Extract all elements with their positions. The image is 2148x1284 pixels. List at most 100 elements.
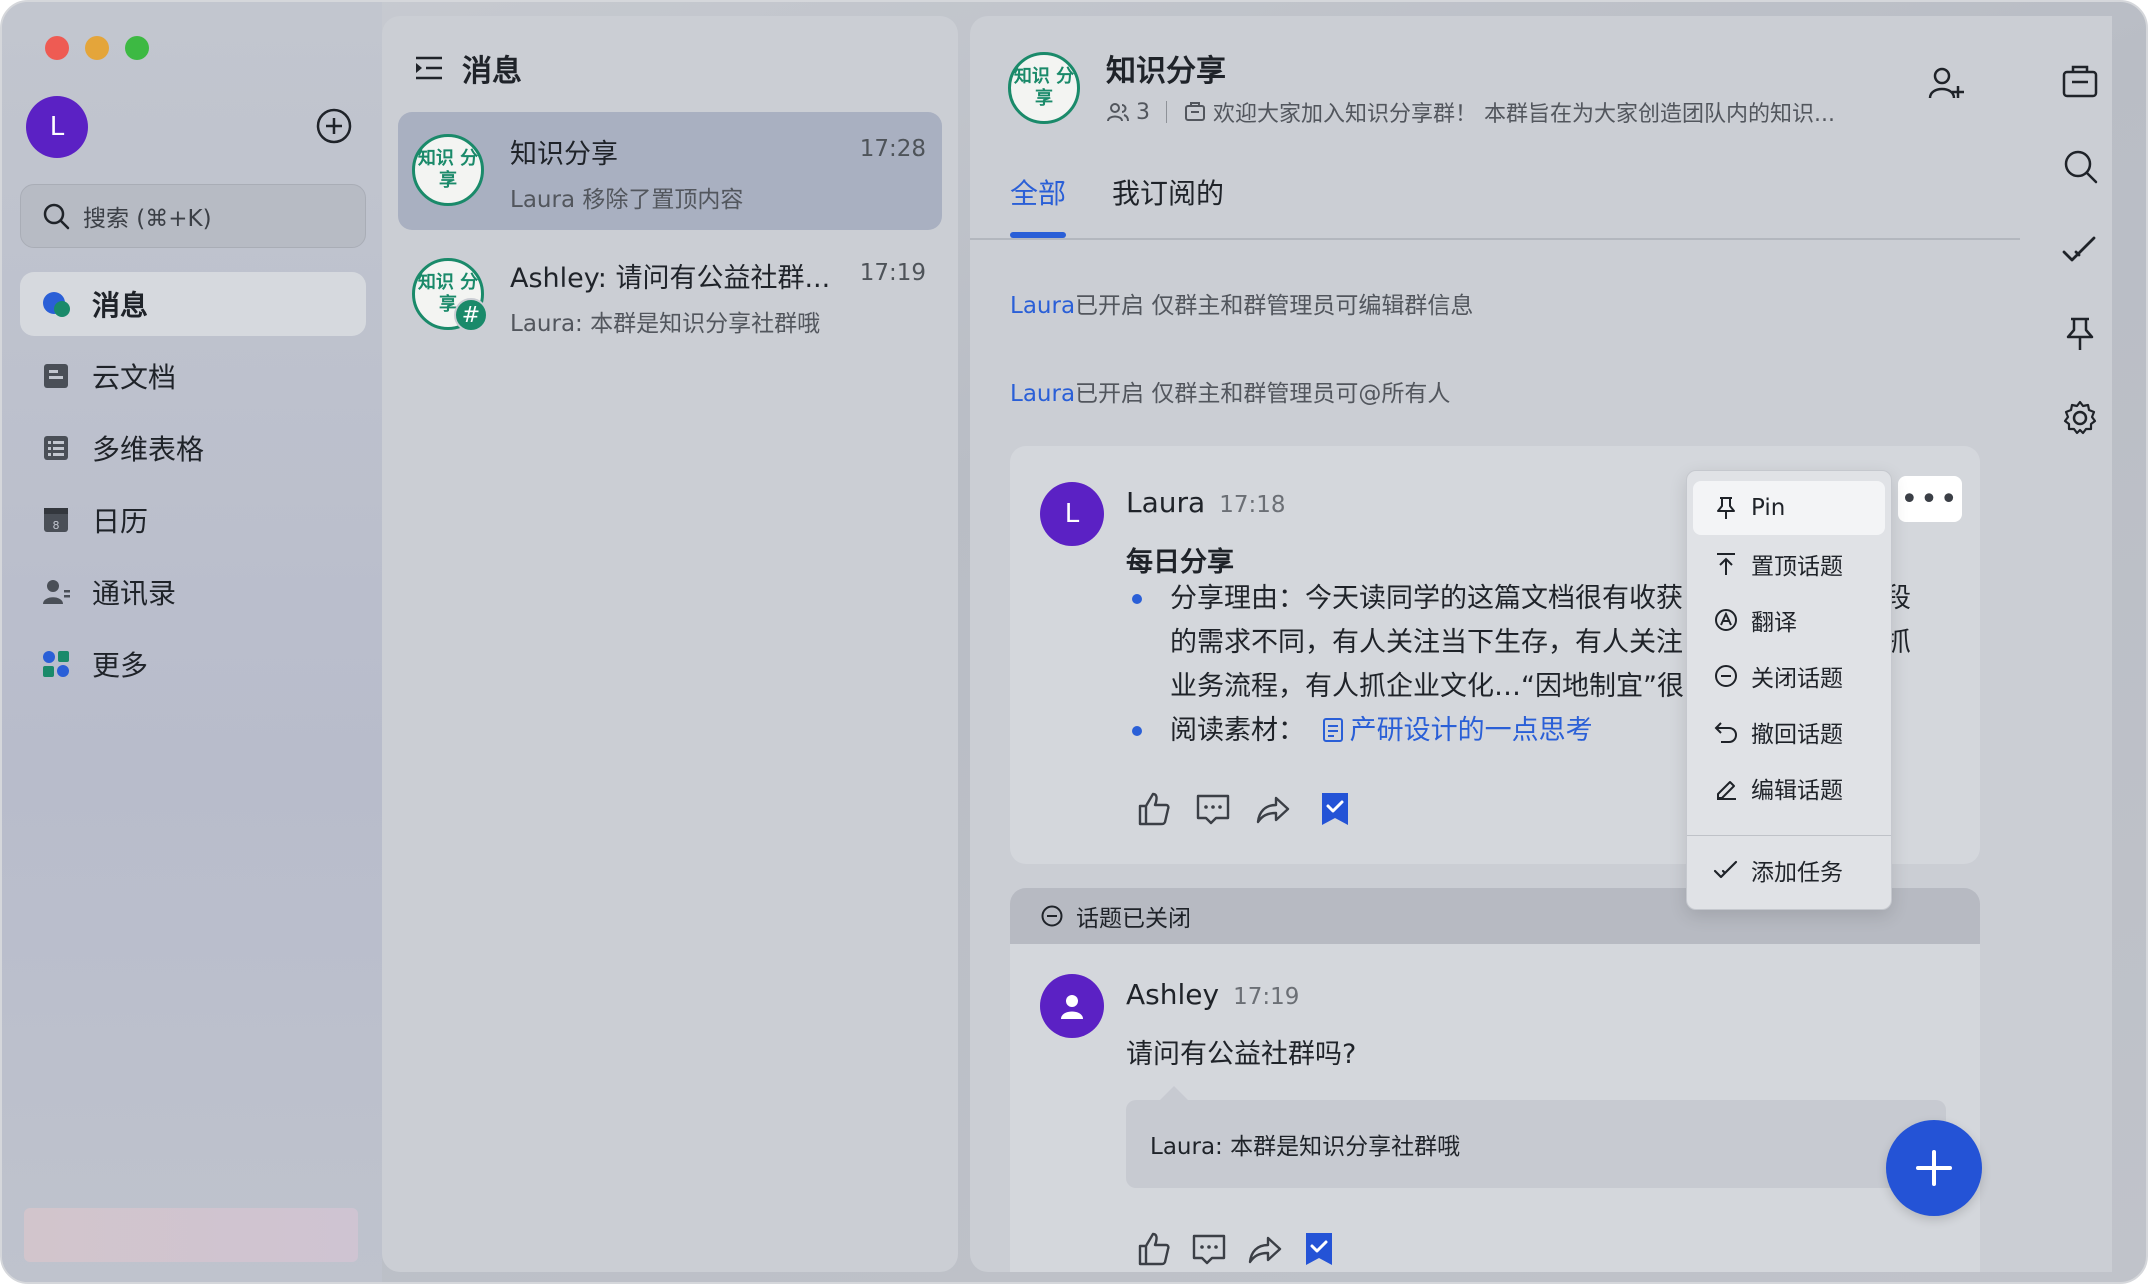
sidebar-item-docs[interactable]: 云文档 — [20, 344, 366, 408]
topic-badge: # — [454, 298, 488, 332]
message-icon — [43, 292, 70, 317]
add-member-icon[interactable] — [1926, 64, 1966, 104]
system-message-text: 已开启 仅群主和群管理员可编辑群信息 — [1075, 293, 1474, 319]
menu-item-label: 置顶话题 — [1751, 554, 1843, 580]
settings-icon[interactable] — [2060, 398, 2100, 438]
menu-item-label: 添加任务 — [1751, 860, 1843, 886]
sidebar-item-label: 云文档 — [92, 361, 177, 394]
sidebar-item-label: 消息 — [92, 289, 149, 322]
subscribed-icon[interactable] — [1316, 790, 1354, 828]
contacts-icon — [43, 580, 70, 604]
collapse-list-icon[interactable] — [412, 51, 446, 85]
chat-title: Ashley: 请问有公益社群... — [510, 263, 831, 294]
chat-preview: Laura: 本群是知识分享社群哦 — [510, 311, 821, 337]
translate-icon — [1715, 609, 1737, 631]
members-icon[interactable] — [1106, 100, 1130, 124]
announcement-icon — [1185, 102, 1205, 121]
avatar[interactable] — [1040, 974, 1104, 1038]
chat-tabs: 全部 我订阅的 — [970, 156, 2020, 240]
close-topic-icon — [1715, 665, 1737, 687]
pin-icon[interactable] — [2060, 314, 2100, 354]
system-message: Laura已开启 仅群主和群管理员可编辑群信息 — [1010, 286, 1473, 320]
chat-meta: 3 欢迎大家加入知识分享群！ 本群旨在为大家创造团队内的知识... — [1106, 96, 1835, 128]
app-window: L 搜索 (⌘+K) 消息 云文档 多维表格 8 日历 通讯录 更多 消息 知识… — [0, 0, 2148, 1284]
minimize-window-button[interactable] — [85, 36, 109, 60]
menu-item-pin[interactable]: Pin — [1693, 481, 1885, 535]
menu-item-label: 关闭话题 — [1751, 666, 1843, 692]
share-icon[interactable] — [1246, 1230, 1284, 1268]
author-name[interactable]: Laura — [1126, 486, 1205, 519]
menu-item-translate[interactable]: 翻译 — [1693, 593, 1885, 647]
search-icon — [43, 203, 70, 230]
chat-item[interactable]: 知识 分享 # Ashley: 请问有公益社群... 17:19 Laura: … — [398, 236, 942, 354]
menu-item-edit-topic[interactable]: 编辑话题 — [1693, 761, 1885, 815]
menu-item-recall-topic[interactable]: 撤回话题 — [1693, 705, 1885, 759]
docs-icon — [44, 364, 68, 388]
user-link[interactable]: Laura — [1010, 381, 1075, 407]
subscribed-icon[interactable] — [1300, 1230, 1338, 1268]
user-link[interactable]: Laura — [1010, 293, 1075, 319]
post-time: 17:19 — [1233, 984, 1300, 1010]
sidebar-item-contacts[interactable]: 通讯录 — [20, 560, 366, 624]
task-icon — [1713, 860, 1738, 879]
bullet — [1132, 726, 1142, 736]
tab-all[interactable]: 全部 — [1010, 172, 1066, 212]
more-options-button[interactable]: ••• — [1898, 476, 1962, 522]
reading-label: 阅读素材： — [1170, 715, 1305, 746]
message-list-panel: 消息 知识 分享 知识分享 17:28 Laura 移除了置顶内容 知识 分享 … — [382, 16, 958, 1272]
post-text: 请问有公益社群吗? — [1126, 1039, 1357, 1070]
chat-item[interactable]: 知识 分享 知识分享 17:28 Laura 移除了置顶内容 — [398, 112, 942, 230]
group-avatar[interactable]: 知识 分享 — [1008, 52, 1080, 124]
post-line: 业务流程，有人抓企业文化…“因地制宜”很 — [1170, 671, 1684, 702]
sidebar-item-base[interactable]: 多维表格 — [20, 416, 366, 480]
search-input[interactable]: 搜索 (⌘+K) — [20, 184, 366, 248]
new-topic-button[interactable] — [1886, 1120, 1982, 1216]
divider — [1166, 101, 1167, 123]
author-name[interactable]: Ashley — [1126, 978, 1219, 1011]
author-line: Laura 17:18 — [1126, 486, 1285, 519]
top-icon — [1717, 553, 1735, 575]
avatar[interactable]: L — [1040, 482, 1104, 546]
system-message: Laura已开启 仅群主和群管理员可@所有人 — [1010, 374, 1450, 408]
sidebar-item-calendar[interactable]: 8 日历 — [20, 488, 366, 552]
comment-icon[interactable] — [1194, 790, 1232, 828]
post-line: 阅读素材： 产研设计的一点思考 — [1170, 708, 1593, 747]
context-menu: Pin 置顶话题 翻译 关闭话题 撤回话题 编辑话题 添加任务 — [1686, 470, 1892, 910]
announcement-text[interactable]: 欢迎大家加入知识分享群！ 本群旨在为大家创造团队内的知识... — [1213, 96, 1835, 128]
menu-item-label: Pin — [1751, 495, 1786, 521]
search-icon[interactable] — [2060, 146, 2100, 186]
announcement-board-icon[interactable] — [2060, 62, 2100, 102]
user-avatar[interactable]: L — [26, 96, 88, 158]
search-placeholder: 搜索 (⌘+K) — [83, 206, 212, 232]
close-window-button[interactable] — [45, 36, 69, 60]
sidebar-item-label: 日历 — [92, 505, 149, 538]
undo-icon — [1714, 722, 1738, 743]
like-icon[interactable] — [1134, 790, 1172, 828]
menu-item-add-task[interactable]: 添加任务 — [1693, 843, 1885, 897]
member-count[interactable]: 3 — [1136, 100, 1150, 125]
add-circle-icon[interactable] — [314, 106, 354, 146]
sidebar-item-label: 通讯录 — [92, 577, 177, 610]
comment-icon[interactable] — [1190, 1230, 1228, 1268]
share-icon[interactable] — [1254, 790, 1292, 828]
menu-divider — [1687, 835, 1891, 836]
sidebar-item-more[interactable]: 更多 — [20, 632, 366, 696]
system-message-text: 已开启 仅群主和群管理员可@所有人 — [1075, 381, 1451, 407]
reply-text: Laura: 本群是知识分享社群哦 — [1150, 1134, 1461, 1160]
more-apps-icon — [43, 651, 69, 677]
post-line: 分享理由：今天读同学的这篇文档很有收获 — [1170, 583, 1683, 614]
menu-item-pin-topic[interactable]: 置顶话题 — [1693, 537, 1885, 591]
like-icon[interactable] — [1134, 1230, 1172, 1268]
bullet — [1132, 594, 1142, 604]
post-time: 17:18 — [1219, 492, 1286, 518]
menu-item-close-topic[interactable]: 关闭话题 — [1693, 649, 1885, 703]
blurred-banner — [24, 1208, 358, 1262]
chat-title: 知识分享 — [510, 139, 618, 170]
sidebar-item-messages[interactable]: 消息 — [20, 272, 366, 336]
tab-subscribed[interactable]: 我订阅的 — [1112, 172, 1224, 212]
closed-icon — [1041, 905, 1063, 927]
reply-box[interactable]: Laura: 本群是知识分享社群哦 — [1126, 1100, 1946, 1188]
maximize-window-button[interactable] — [125, 36, 149, 60]
doc-link[interactable]: 产研设计的一点思考 — [1350, 715, 1593, 746]
task-icon[interactable] — [2060, 230, 2100, 270]
